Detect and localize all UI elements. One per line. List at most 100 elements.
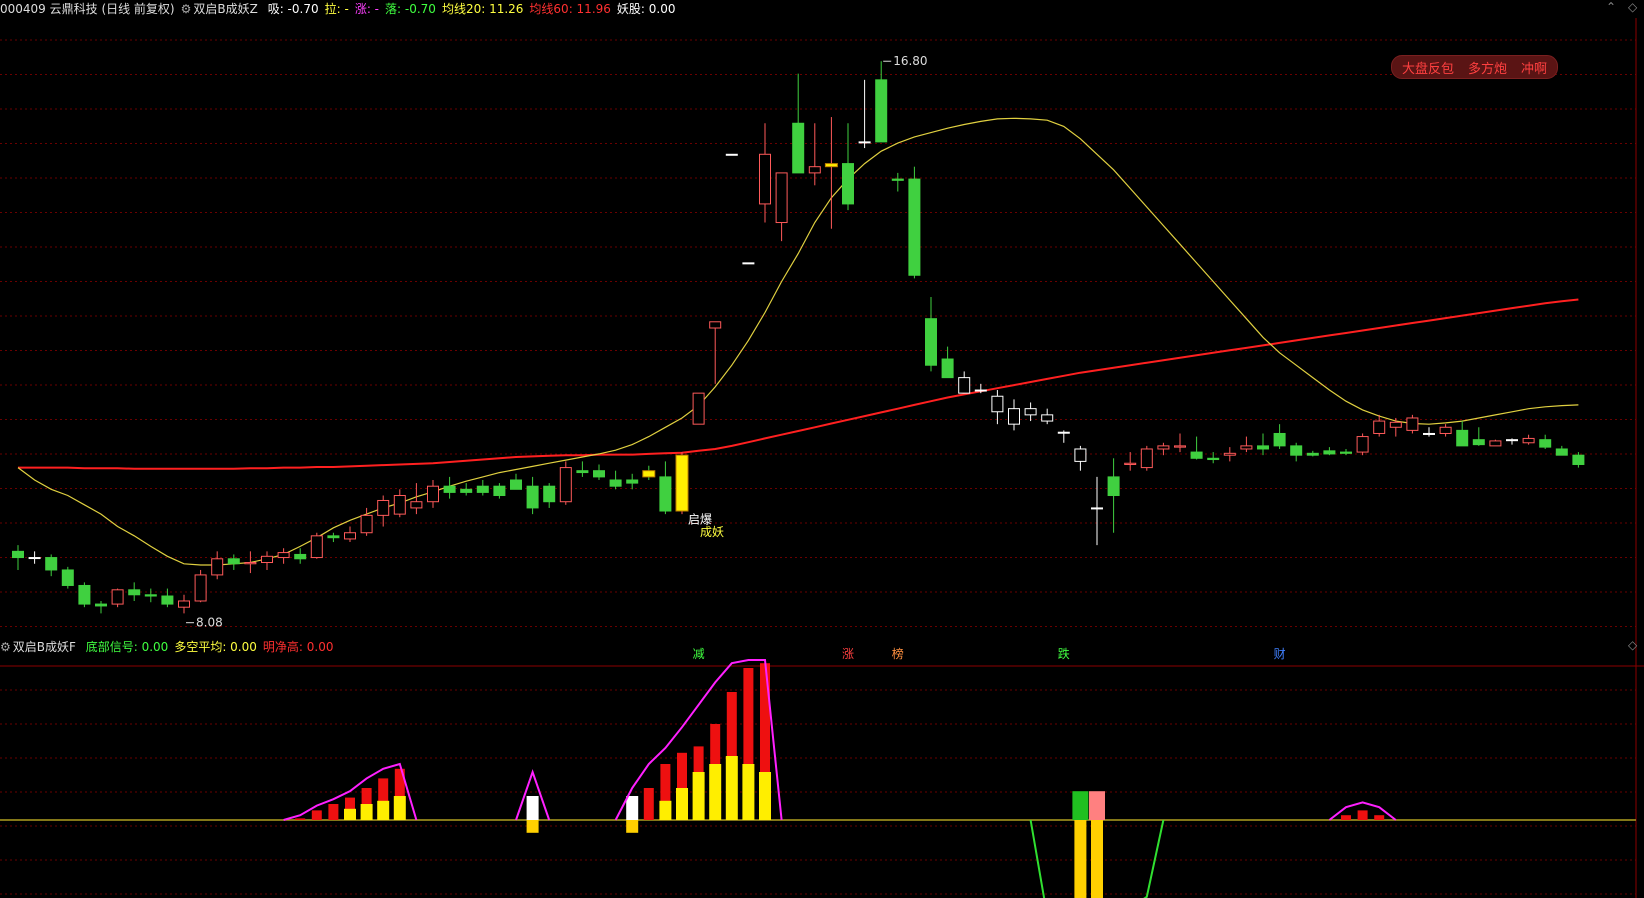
candle <box>476 480 489 496</box>
candle <box>211 551 224 580</box>
duofangpao-button[interactable]: 多方炮 <box>1468 58 1507 77</box>
sub-red-bar <box>1374 815 1385 820</box>
candle <box>1008 399 1020 431</box>
candle-body <box>1223 452 1236 456</box>
candle-body <box>559 467 572 503</box>
candle <box>692 392 705 425</box>
candle <box>725 153 738 156</box>
event-marker-2[interactable]: 榜 <box>892 645 904 662</box>
price-grid <box>0 39 1636 627</box>
candle <box>45 554 58 577</box>
sub-header: ⚙ 双启B成妖F 底部信号: 0.00 多空平均: 0.00 明净高: 0.00 <box>0 639 339 655</box>
sub-red-bar <box>328 804 339 820</box>
candle-body <box>1340 451 1352 454</box>
event-marker-3[interactable]: 跌 <box>1058 645 1070 662</box>
candle <box>1140 445 1153 471</box>
diamond-icon[interactable]: ◇ <box>1628 0 1637 14</box>
candle-body <box>1456 429 1469 447</box>
signal-button-group: 大盘反包 多方炮 冲啊 <box>1391 55 1559 79</box>
candle-body <box>78 584 91 605</box>
candle <box>178 594 190 614</box>
sub-yellow-neg-bar <box>526 820 539 833</box>
sub-yellow-neg-bar <box>1074 820 1087 898</box>
candle <box>1389 417 1402 437</box>
candle <box>377 495 390 527</box>
candle <box>775 172 788 242</box>
candle <box>1340 448 1352 456</box>
candle <box>1190 436 1203 460</box>
candle <box>1207 452 1220 464</box>
candle-body <box>1373 420 1386 434</box>
candle-body <box>1257 445 1269 450</box>
candle-body <box>1389 421 1402 428</box>
candle <box>12 545 24 570</box>
chonga-button[interactable]: 冲啊 <box>1521 58 1547 77</box>
candle <box>393 489 406 518</box>
candle <box>1290 442 1303 462</box>
event-marker-4[interactable]: 财 <box>1274 645 1286 662</box>
candle <box>277 548 290 564</box>
candle <box>261 551 273 570</box>
sub-header-item-2: 明净高: 0.00 <box>262 640 334 654</box>
indicator-name[interactable]: 双启B成妖Z <box>193 2 257 16</box>
candle <box>310 532 323 559</box>
candle-body <box>327 535 340 539</box>
candle-body <box>310 535 323 559</box>
event-marker-0[interactable]: 减 <box>693 645 705 662</box>
candle-body <box>842 163 854 205</box>
candle-body <box>1356 436 1369 453</box>
sub-bar-group <box>614 659 783 833</box>
ma20-line <box>17 117 1579 566</box>
candle <box>1041 408 1054 425</box>
sub-indicator-name[interactable]: 双启B成妖F <box>13 640 76 654</box>
candle-body <box>1124 462 1137 465</box>
collapse-icon[interactable]: ⌃ <box>1606 0 1616 14</box>
candle <box>1257 433 1269 456</box>
candle-body <box>759 153 771 205</box>
candle-body <box>1406 417 1419 431</box>
candle <box>111 588 124 608</box>
candle-body <box>775 172 788 224</box>
stock-title: 000409 云鼎科技 (日线 前复权) <box>0 2 175 16</box>
dapan-fanbao-button[interactable]: 大盘反包 <box>1402 58 1454 77</box>
candle <box>460 483 473 496</box>
candle-body <box>543 485 556 503</box>
signal-candle-body <box>675 454 689 512</box>
sub-diamond-icon[interactable]: ◇ <box>1628 638 1637 652</box>
candle <box>808 123 821 186</box>
sub-indicator-dot-icon[interactable]: ⚙ <box>0 640 11 654</box>
candle-body <box>941 358 954 379</box>
candle <box>344 526 356 543</box>
candle-body <box>1057 431 1070 434</box>
sub-header-item-1: 多空平均: 0.00 <box>174 640 257 654</box>
candle <box>891 172 904 192</box>
candle <box>543 483 556 508</box>
sub-yellow-bar <box>692 772 705 820</box>
candle <box>609 470 622 490</box>
candle-body <box>194 574 207 602</box>
event-marker-1[interactable]: 涨 <box>842 645 854 662</box>
header-item-1: 拉: - <box>324 2 349 16</box>
sub-white-bar <box>526 796 539 820</box>
sub-yellow-bar <box>659 800 672 820</box>
candle <box>1306 450 1319 457</box>
candle-body <box>1439 426 1452 434</box>
candle <box>842 123 854 211</box>
high-price-label: 16.80 <box>893 54 927 68</box>
candle <box>1406 414 1419 434</box>
candle-body <box>377 499 390 516</box>
sub-pink-block <box>1089 791 1105 820</box>
candle-body <box>111 589 124 605</box>
candle-body <box>427 485 439 503</box>
candle <box>1091 476 1103 546</box>
candle <box>593 464 605 480</box>
candle-body <box>128 589 141 596</box>
candle <box>95 600 107 614</box>
candle-body <box>1024 408 1037 416</box>
candle-body <box>1506 439 1518 442</box>
sub-green-block <box>1072 791 1089 820</box>
indicator-dot-icon[interactable]: ⚙ <box>181 2 192 16</box>
candle <box>792 73 805 174</box>
candle <box>559 461 572 505</box>
sub-yellow-bar <box>360 804 373 820</box>
